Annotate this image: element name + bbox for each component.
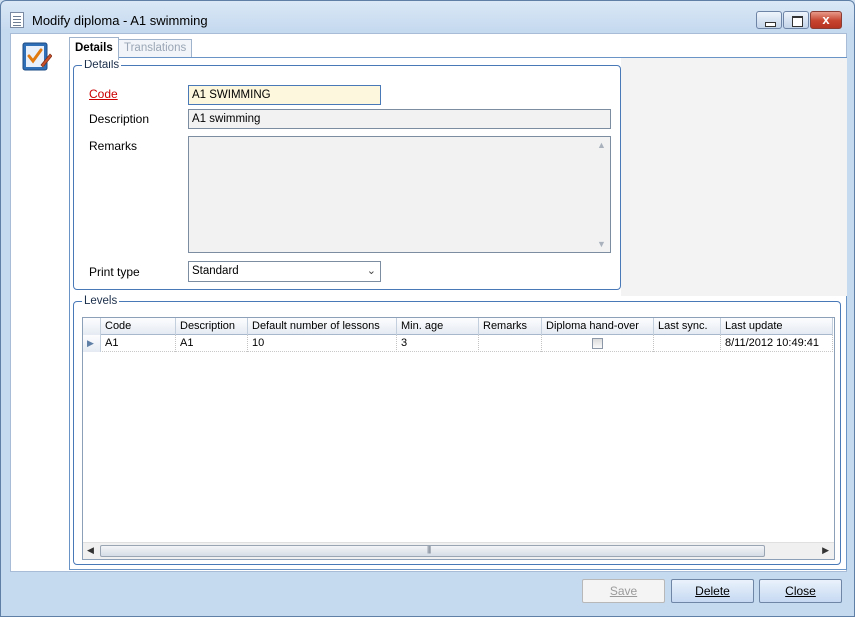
scroll-up-icon[interactable]: ▲ (597, 140, 606, 150)
close-window-button[interactable]: x (810, 11, 842, 29)
minimize-button[interactable] (756, 11, 782, 29)
cell-remarks[interactable] (479, 335, 542, 352)
title-bar[interactable]: Modify diploma - A1 swimming x (1, 1, 854, 33)
cell-last-sync[interactable] (654, 335, 721, 352)
cell-description[interactable]: A1 (176, 335, 248, 352)
diploma-handover-checkbox[interactable] (592, 337, 603, 349)
save-button[interactable]: Save (582, 579, 665, 603)
dialog-client-area: Details Translations Details Code A1 SWI… (10, 33, 847, 572)
cell-last-update[interactable]: 8/11/2012 10:49:41 (721, 335, 833, 352)
header-indicator-cell (83, 318, 101, 335)
code-input[interactable]: A1 SWIMMING (188, 85, 381, 105)
cell-code[interactable]: A1 (101, 335, 176, 352)
column-header-remarks[interactable]: Remarks (479, 318, 542, 335)
code-label[interactable]: Code (89, 87, 118, 101)
scroll-right-icon[interactable]: ▶ (822, 545, 829, 556)
remarks-textarea[interactable]: ▲ ▼ (188, 136, 611, 253)
print-type-select[interactable]: Standard ⌄ (188, 261, 381, 282)
cell-diploma-handover[interactable] (542, 335, 654, 352)
grid-header-row: Code Description Default number of lesso… (83, 318, 833, 335)
window-title: Modify diploma - A1 swimming (32, 13, 208, 28)
dialog-window: Modify diploma - A1 swimming x Details T… (0, 0, 855, 617)
dialog-button-bar: Save Delete Close (582, 579, 842, 603)
column-header-default-lessons[interactable]: Default number of lessons (248, 318, 397, 335)
description-input[interactable]: A1 swimming (188, 109, 611, 129)
cell-default-lessons[interactable]: 10 (248, 335, 397, 352)
column-header-min-age[interactable]: Min. age (397, 318, 479, 335)
description-label: Description (89, 112, 150, 126)
print-type-value: Standard (192, 265, 239, 277)
delete-button[interactable]: Delete (671, 579, 754, 603)
empty-side-pane (621, 58, 847, 296)
column-header-code[interactable]: Code (101, 318, 176, 335)
remarks-scrollbar[interactable]: ▲ ▼ (594, 137, 610, 252)
levels-grid[interactable]: Code Description Default number of lesso… (82, 317, 835, 560)
cell-min-age[interactable]: 3 (397, 335, 479, 352)
close-button[interactable]: Close (759, 579, 842, 603)
maximize-button[interactable] (783, 11, 809, 29)
details-legend: Details (84, 59, 120, 71)
tab-details[interactable]: Details (69, 37, 119, 60)
details-tab-panel: Details Code A1 SWIMMING Description A1 … (69, 57, 847, 570)
row-pointer-icon: ▶ (83, 335, 101, 352)
checklist-pen-icon (22, 42, 52, 71)
left-icon-strip (11, 34, 65, 571)
scrollbar-thumb[interactable] (100, 545, 765, 557)
details-group: Details Code A1 SWIMMING Description A1 … (73, 59, 621, 290)
tab-translations[interactable]: Translations (118, 39, 193, 58)
document-icon (10, 12, 24, 28)
window-controls: x (756, 11, 842, 29)
levels-group: Levels Code Description Default number o… (73, 295, 841, 565)
grid-horizontal-scrollbar[interactable]: ◀ ▶ (83, 542, 834, 559)
scroll-left-icon[interactable]: ◀ (87, 545, 94, 556)
chevron-down-icon[interactable]: ⌄ (367, 264, 376, 277)
remarks-label: Remarks (89, 139, 138, 153)
column-header-diploma-handover[interactable]: Diploma hand-over (542, 318, 654, 335)
column-header-last-update[interactable]: Last update (721, 318, 833, 335)
print-type-label: Print type (89, 265, 140, 279)
levels-legend: Levels (84, 295, 118, 307)
column-header-description[interactable]: Description (176, 318, 248, 335)
column-header-last-sync[interactable]: Last sync. (654, 318, 721, 335)
scroll-down-icon[interactable]: ▼ (597, 239, 606, 249)
table-row[interactable]: ▶ A1 A1 10 3 8/11/2012 10:49:41 (83, 335, 833, 352)
